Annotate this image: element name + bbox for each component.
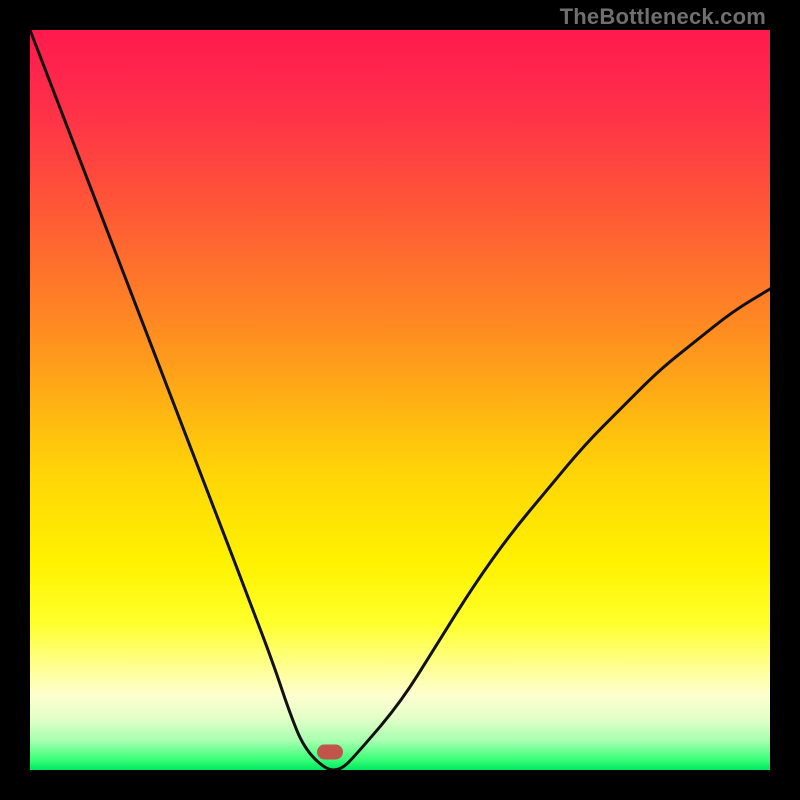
- watermark-text: TheBottleneck.com: [560, 4, 766, 30]
- plot-area: [30, 30, 770, 770]
- bottleneck-curve: [30, 30, 770, 770]
- optimum-marker: [317, 744, 343, 759]
- curve-layer: [30, 30, 770, 770]
- chart-frame: TheBottleneck.com: [0, 0, 800, 800]
